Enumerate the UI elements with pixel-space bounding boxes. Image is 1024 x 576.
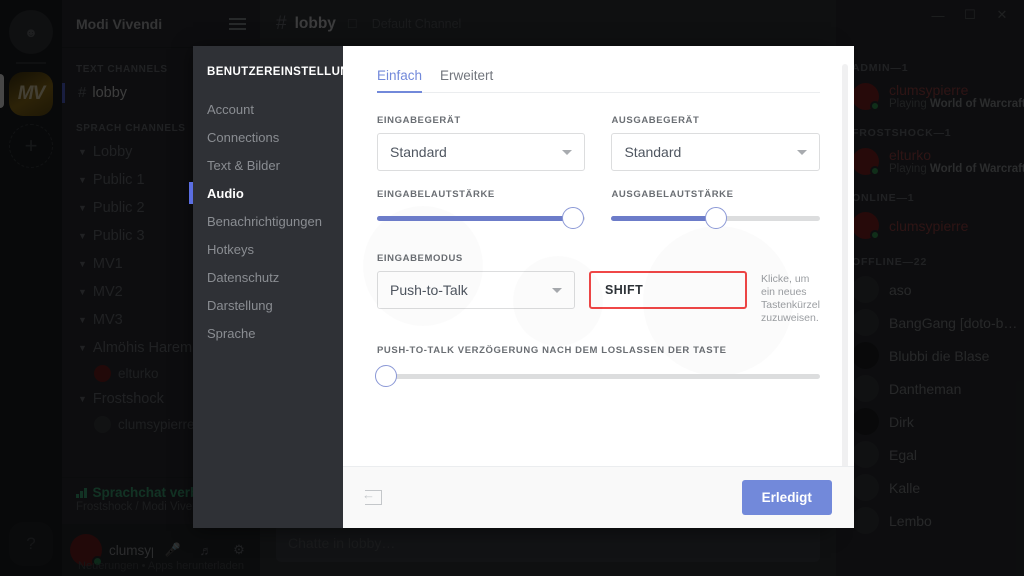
input-volume-slider[interactable]	[377, 207, 586, 229]
output-device-value: Standard	[624, 144, 682, 160]
output-volume-label: AUSGABELAUTSTÄRKE	[611, 189, 734, 200]
input-volume-label: EINGABELAUTSTÄRKE	[377, 189, 495, 200]
done-button[interactable]: Erledigt	[741, 480, 832, 515]
tab-einfach[interactable]: Einfach	[377, 68, 423, 93]
slider-track	[377, 374, 820, 379]
sidebar-item-text-bilder[interactable]: Text & Bilder	[193, 152, 343, 180]
settings-content: Einfach Erweitert EINGABEGERÄT Standard …	[343, 46, 854, 528]
sidebar-item-sprache[interactable]: Sprache	[193, 320, 343, 348]
sidebar-item-hotkeys[interactable]: Hotkeys	[193, 236, 343, 264]
settings-title: BENUTZEREINSTELLUNG…	[207, 66, 343, 78]
app-window: ☻ MV + ? Modi Vivendi TEXT CHANNELS # lo…	[0, 0, 1024, 576]
output-volume-group: AUSGABELAUTSTÄRKE	[611, 189, 820, 229]
sidebar-item-datenschutz[interactable]: Datenschutz	[193, 264, 343, 292]
user-settings-modal: BENUTZEREINSTELLUNG… Account Connections…	[189, 46, 854, 528]
slider-knob[interactable]	[561, 207, 584, 229]
logout-icon[interactable]	[362, 488, 382, 505]
sidebar-item-benachrichtigungen[interactable]: Benachrichtigungen	[193, 208, 343, 236]
input-device-select[interactable]: Standard	[377, 133, 586, 171]
output-volume-slider[interactable]	[611, 207, 820, 229]
sidebar-item-connections[interactable]: Connections	[193, 124, 343, 152]
sidebar-item-darstellung[interactable]: Darstellung	[193, 292, 343, 320]
audio-settings-panel: Einfach Erweitert EINGABEGERÄT Standard …	[343, 46, 854, 466]
sidebar-item-account[interactable]: Account	[193, 96, 343, 124]
output-device-label: AUSGABEGERÄT	[611, 115, 700, 126]
output-device-select[interactable]: Standard	[611, 133, 820, 171]
input-device-label: EINGABEGERÄT	[377, 115, 461, 126]
ptt-delay-slider[interactable]	[374, 365, 820, 387]
settings-footer: Erledigt	[343, 466, 854, 528]
sidebar-item-audio[interactable]: Audio	[189, 180, 343, 208]
settings-scrollbar[interactable]	[841, 64, 848, 466]
slider-knob[interactable]	[704, 207, 727, 229]
chevron-down-icon	[562, 149, 573, 155]
input-device-value: Standard	[390, 144, 447, 160]
settings-tabs: Einfach Erweitert	[377, 68, 820, 93]
device-row: EINGABEGERÄT Standard AUSGABEGERÄT Stand…	[377, 115, 820, 171]
input-volume-group: EINGABELAUTSTÄRKE	[377, 189, 586, 229]
chevron-down-icon	[796, 149, 807, 155]
input-device-group: EINGABEGERÄT Standard	[377, 115, 586, 171]
slider-knob[interactable]	[374, 365, 397, 387]
settings-sidebar: BENUTZEREINSTELLUNG… Account Connections…	[189, 46, 343, 528]
keybind-value: SHIFT	[605, 283, 644, 297]
slider-fill	[377, 216, 573, 221]
output-device-group: AUSGABEGERÄT Standard	[611, 115, 820, 171]
tab-erweitert[interactable]: Erweitert	[440, 68, 493, 92]
volume-row: EINGABELAUTSTÄRKE AUSGABELAUTSTÄRKE	[377, 189, 820, 229]
slider-fill	[611, 216, 716, 221]
